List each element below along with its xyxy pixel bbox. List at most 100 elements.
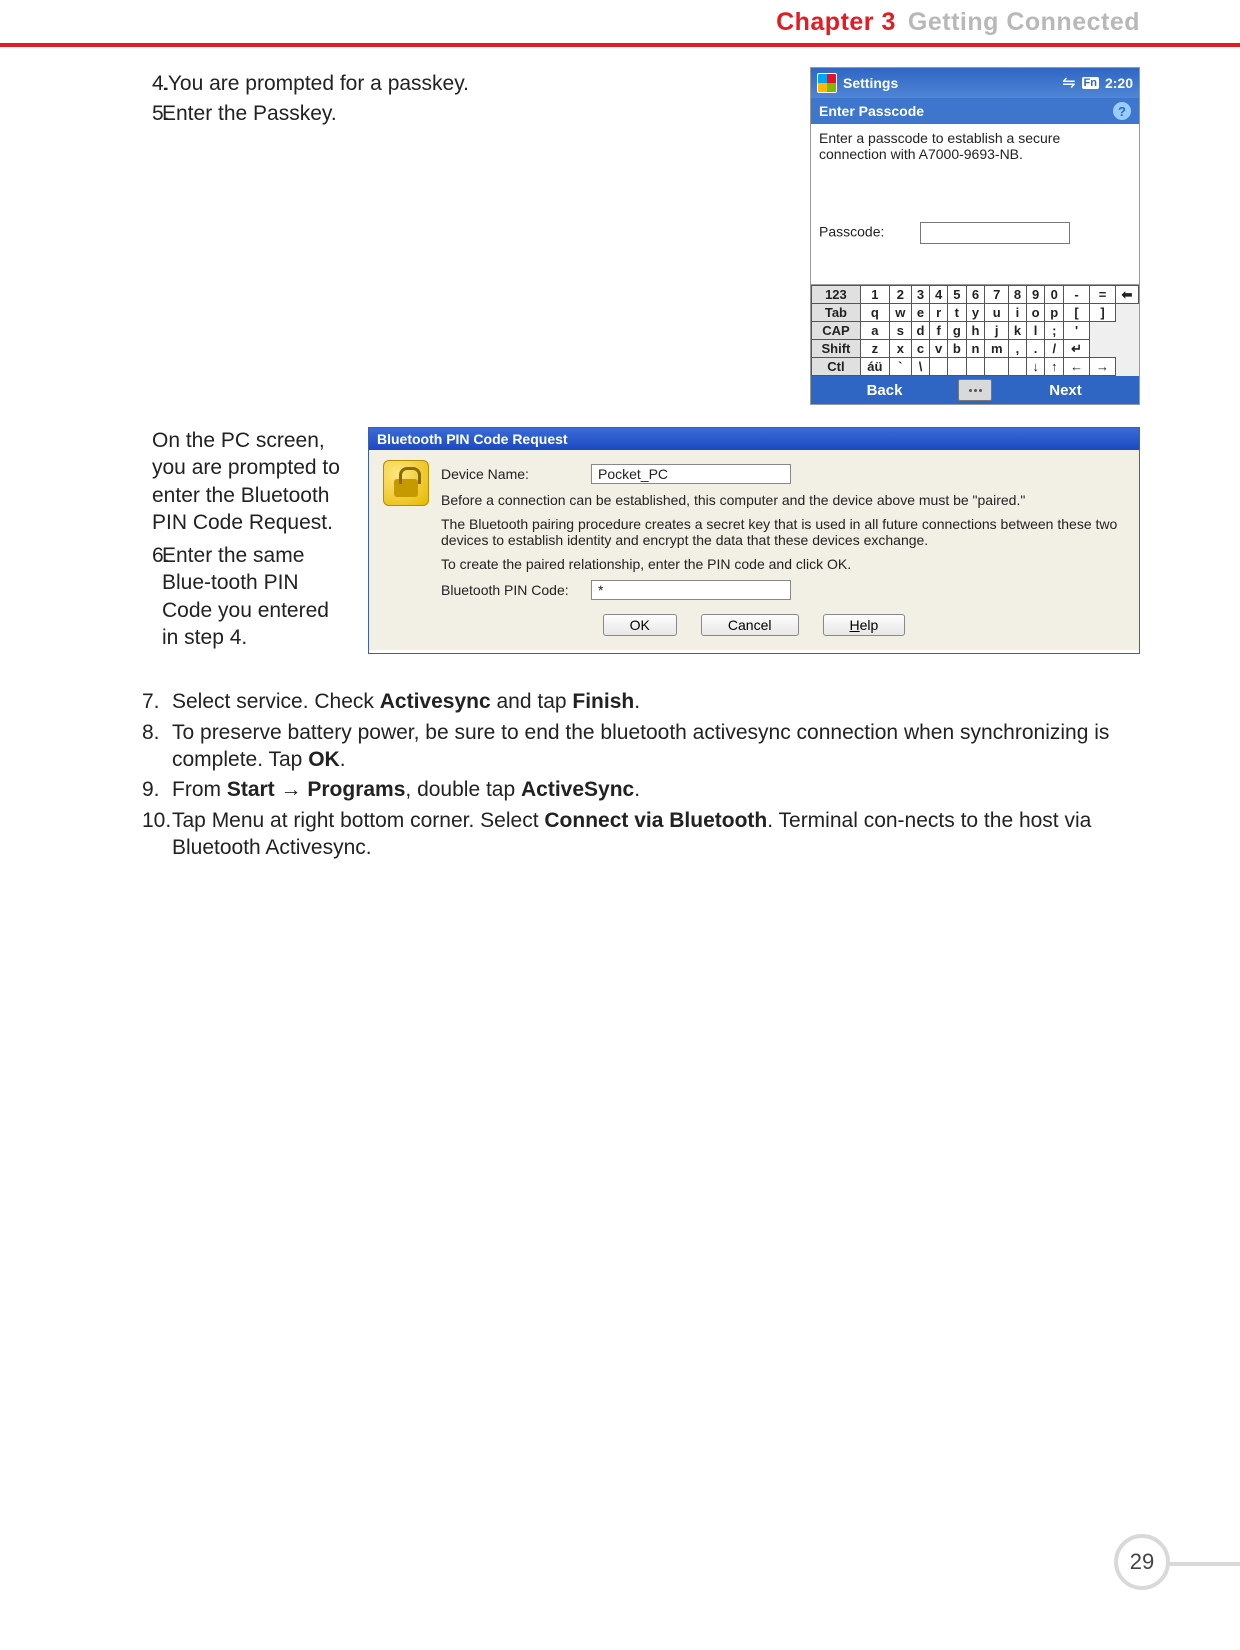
soft-keyboard[interactable]: 1231234567890-=⬅Tabqwertyuiop[]CAPasdfgh… xyxy=(811,284,1139,376)
lock-icon xyxy=(383,460,429,506)
pocketpc-softkey-bar: Back Next xyxy=(811,376,1139,404)
key-5[interactable]: 5 xyxy=(947,286,966,304)
key-8[interactable]: 8 xyxy=(1009,286,1027,304)
key-6[interactable]: 6 xyxy=(966,286,985,304)
enter-passcode-label: Enter Passcode xyxy=(819,103,924,119)
key-CAP[interactable]: CAP xyxy=(812,322,861,340)
key-blank[interactable] xyxy=(947,358,966,376)
pocketpc-subtitle-bar: Enter Passcode ? xyxy=(811,98,1139,124)
key-w[interactable]: w xyxy=(889,304,911,322)
device-name-value: Pocket_PC xyxy=(591,464,791,484)
pocketpc-screenshot: Settings Fn 2:20 Enter Passcode ? Enter … xyxy=(810,67,1140,405)
key-4[interactable]: 4 xyxy=(930,286,948,304)
key-j[interactable]: j xyxy=(985,322,1009,340)
page-number: 29 xyxy=(1114,1534,1170,1590)
pin-code-input[interactable]: * xyxy=(591,580,791,600)
dialog-para1: Before a connection can be established, … xyxy=(441,492,1125,508)
key-blank[interactable] xyxy=(966,358,985,376)
key-p[interactable]: p xyxy=(1045,304,1064,322)
key-Shift[interactable]: Shift xyxy=(812,340,861,358)
key-l[interactable]: l xyxy=(1026,322,1045,340)
pc-prompt-text: On the PC screen, you are prompted to en… xyxy=(120,427,350,536)
key-7[interactable]: 7 xyxy=(985,286,1009,304)
help-button[interactable]: Help xyxy=(823,614,906,636)
key-↓[interactable]: ↓ xyxy=(1026,358,1045,376)
key-\[interactable]: \ xyxy=(911,358,930,376)
back-button[interactable]: Back xyxy=(811,382,958,399)
page-header: Chapter 3 Getting Connected xyxy=(120,0,1140,43)
key-n[interactable]: n xyxy=(966,340,985,358)
key-b[interactable]: b xyxy=(947,340,966,358)
key-3[interactable]: 3 xyxy=(911,286,930,304)
key-↵[interactable]: ↵ xyxy=(1064,340,1090,358)
key--[interactable]: - xyxy=(1064,286,1090,304)
clock: 2:20 xyxy=(1105,75,1133,91)
key-⬅[interactable]: ⬅ xyxy=(1115,286,1138,304)
key-o[interactable]: o xyxy=(1026,304,1045,322)
key-9[interactable]: 9 xyxy=(1026,286,1045,304)
bluetooth-pin-dialog: Bluetooth PIN Code Request Device Name: … xyxy=(368,427,1140,654)
sip-toggle-icon[interactable] xyxy=(958,379,992,401)
key-i[interactable]: i xyxy=(1009,304,1027,322)
key-Tab[interactable]: Tab xyxy=(812,304,861,322)
key-0[interactable]: 0 xyxy=(1045,286,1064,304)
key-/[interactable]: / xyxy=(1045,340,1064,358)
key-x[interactable]: x xyxy=(889,340,911,358)
pocketpc-titlebar: Settings Fn 2:20 xyxy=(811,68,1139,98)
key-1[interactable]: 1 xyxy=(860,286,889,304)
chapter-label: Chapter 3 xyxy=(776,8,896,37)
key-2[interactable]: 2 xyxy=(889,286,911,304)
key-↑[interactable]: ↑ xyxy=(1045,358,1064,376)
key-.[interactable]: . xyxy=(1026,340,1045,358)
cancel-button[interactable]: Cancel xyxy=(701,614,799,636)
key-][interactable]: ] xyxy=(1090,304,1116,322)
key-;[interactable]: ; xyxy=(1045,322,1064,340)
key-c[interactable]: c xyxy=(911,340,930,358)
steps-top: 4..You are prompted for a passkey. 5.Ent… xyxy=(120,70,790,128)
key-m[interactable]: m xyxy=(985,340,1009,358)
settings-label: Settings xyxy=(843,75,898,91)
key-`[interactable]: ` xyxy=(889,358,911,376)
key-y[interactable]: y xyxy=(966,304,985,322)
key-h[interactable]: h xyxy=(966,322,985,340)
ok-button[interactable]: OK xyxy=(603,614,677,636)
key-q[interactable]: q xyxy=(860,304,889,322)
device-name-label: Device Name: xyxy=(441,466,591,482)
dialog-para3: To create the paired relationship, enter… xyxy=(441,556,1125,572)
key-u[interactable]: u xyxy=(985,304,1009,322)
key-a[interactable]: a xyxy=(860,322,889,340)
key-,[interactable]: , xyxy=(1009,340,1027,358)
key-z[interactable]: z xyxy=(860,340,889,358)
next-button[interactable]: Next xyxy=(992,382,1139,399)
help-icon[interactable]: ? xyxy=(1113,102,1131,120)
key-[[interactable]: [ xyxy=(1064,304,1090,322)
passcode-input[interactable] xyxy=(920,222,1070,244)
key-=[interactable]: = xyxy=(1090,286,1116,304)
passcode-label: Passcode: xyxy=(819,224,884,240)
windows-flag-icon xyxy=(817,73,837,93)
key-g[interactable]: g xyxy=(947,322,966,340)
key-'[interactable]: ' xyxy=(1064,322,1090,340)
key-e[interactable]: e xyxy=(911,304,930,322)
dialog-para2: The Bluetooth pairing procedure creates … xyxy=(441,516,1125,548)
key-r[interactable]: r xyxy=(930,304,948,322)
fn-indicator: Fn xyxy=(1082,77,1099,89)
pin-code-label: Bluetooth PIN Code: xyxy=(441,582,591,598)
key-k[interactable]: k xyxy=(1009,322,1027,340)
key-áü[interactable]: áü xyxy=(860,358,889,376)
key-s[interactable]: s xyxy=(889,322,911,340)
key-←[interactable]: ← xyxy=(1064,358,1090,376)
key-d[interactable]: d xyxy=(911,322,930,340)
dialog-titlebar: Bluetooth PIN Code Request xyxy=(369,428,1139,450)
connectivity-icon xyxy=(1062,73,1075,93)
key-Ctl[interactable]: Ctl xyxy=(812,358,861,376)
key-blank[interactable] xyxy=(985,358,1009,376)
key-→[interactable]: → xyxy=(1090,358,1116,376)
key-v[interactable]: v xyxy=(930,340,948,358)
steps-bottom: 7.Select service. Check Activesync and t… xyxy=(120,688,1140,861)
key-blank[interactable] xyxy=(930,358,948,376)
key-t[interactable]: t xyxy=(947,304,966,322)
key-123[interactable]: 123 xyxy=(812,286,861,304)
key-blank[interactable] xyxy=(1009,358,1027,376)
key-f[interactable]: f xyxy=(930,322,948,340)
